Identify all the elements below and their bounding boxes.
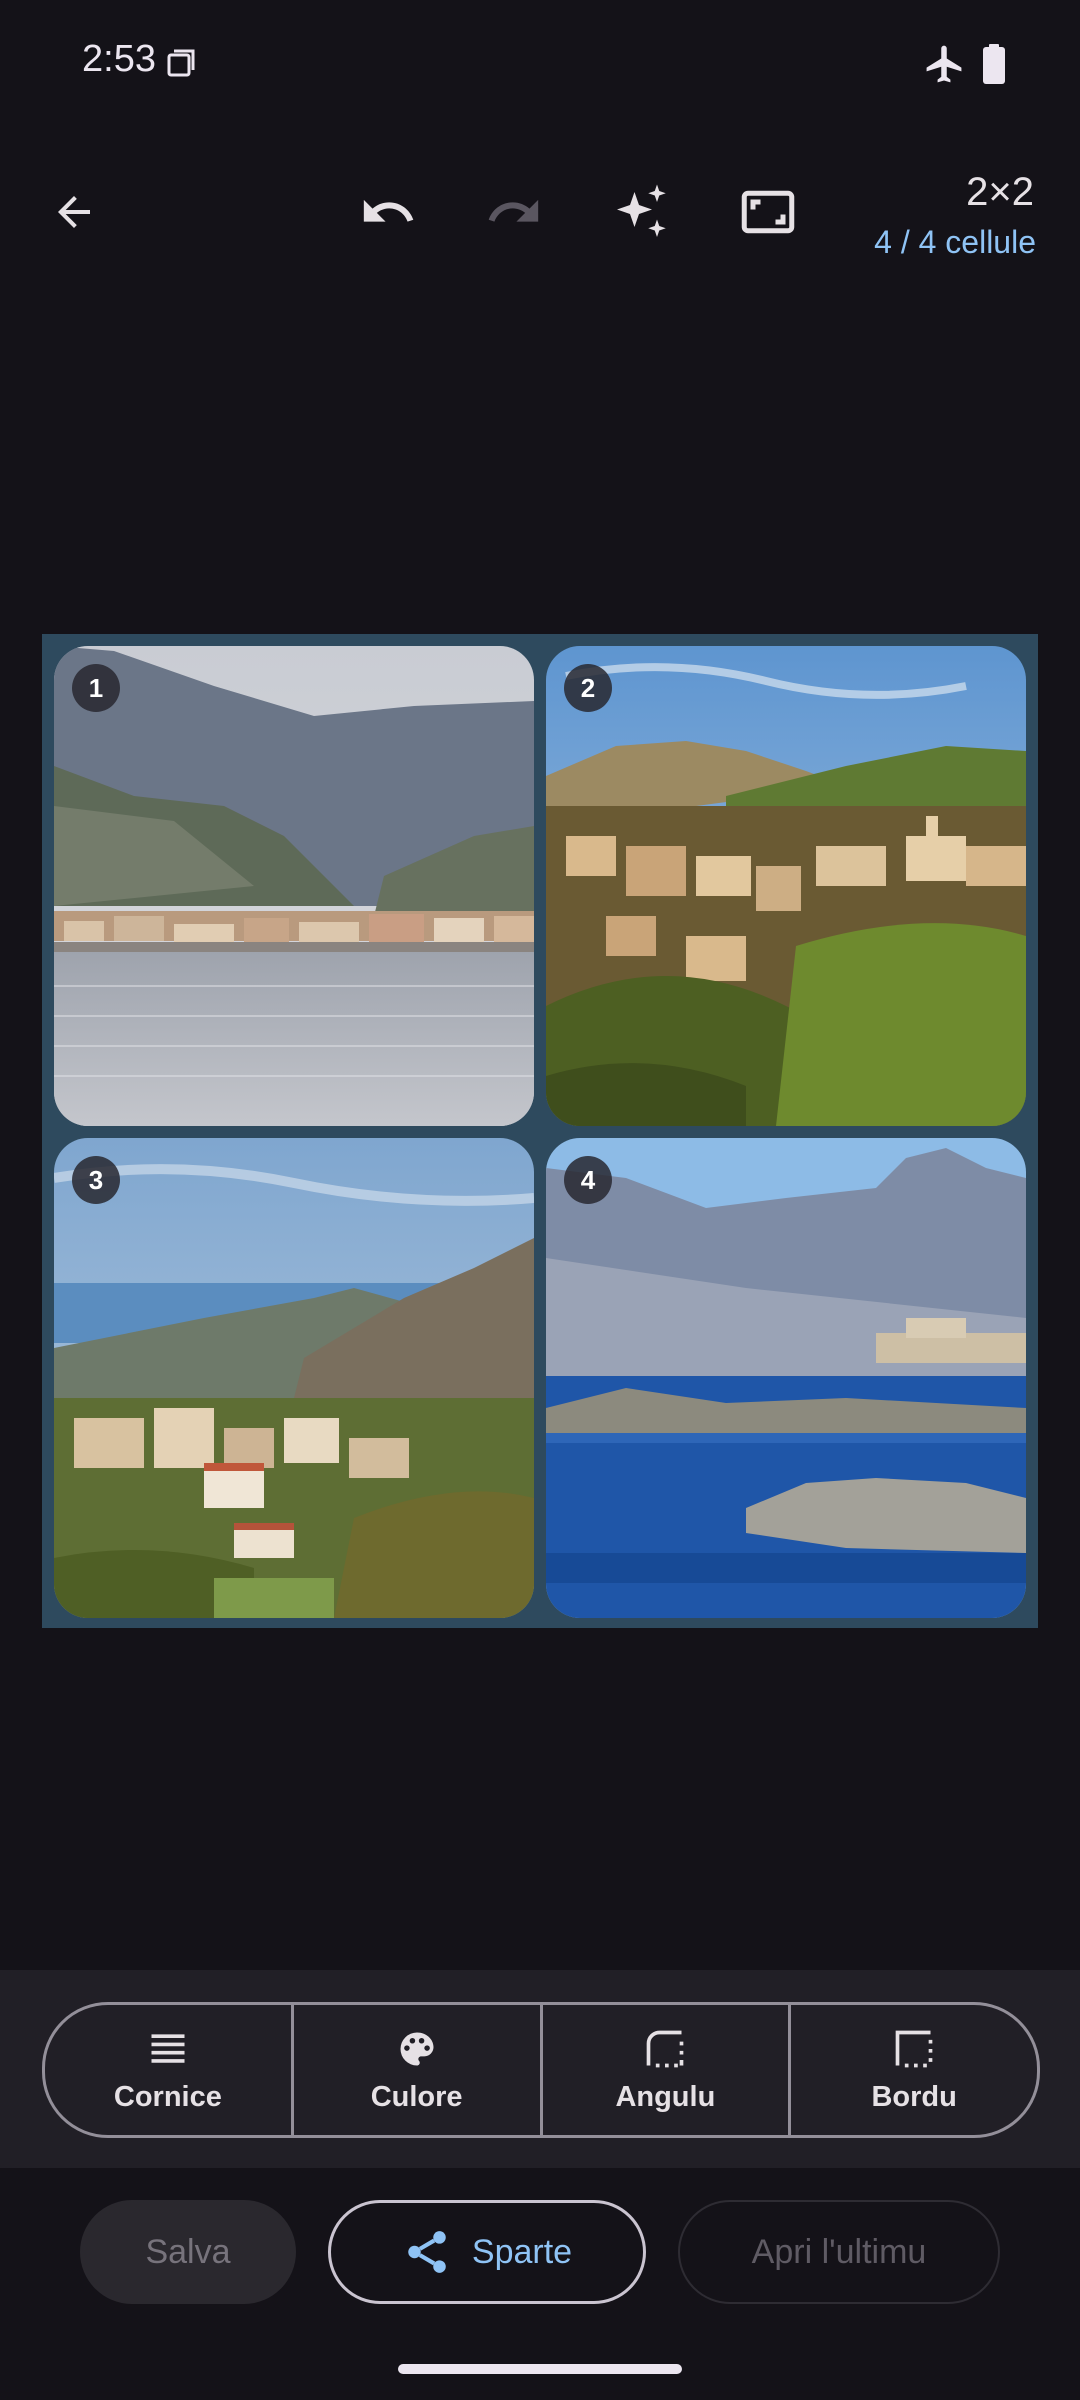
tool-border-button[interactable]: Bordu: [788, 2005, 1037, 2135]
tool-frame-label: Cornice: [113, 2080, 222, 2113]
tool-frame-button[interactable]: Cornice: [45, 2005, 291, 2135]
open-last-button[interactable]: Apri l'ultimu: [678, 2200, 1000, 2304]
tool-corner-label: Angulu: [615, 2080, 716, 2113]
sim-card-icon: [167, 49, 195, 77]
photo-coastal-town: [54, 646, 534, 1126]
border-style-icon: [895, 2030, 933, 2067]
back-arrow-icon: [58, 196, 90, 228]
photo-village-sea: [54, 1138, 534, 1618]
undo-button[interactable]: [358, 182, 418, 242]
tool-border-label: Bordu: [871, 2080, 957, 2113]
share-label: Sparte: [471, 2232, 573, 2271]
redo-button[interactable]: [484, 182, 544, 242]
airplane-mode-icon: [926, 45, 962, 83]
cell-number-badge: 4: [564, 1156, 612, 1204]
photo-hillside-village: [546, 646, 1026, 1126]
corner-radius-icon: [647, 2030, 684, 2067]
status-time: 2:53: [82, 38, 156, 80]
palette-icon: [400, 2032, 434, 2065]
photo-blue-bay: [546, 1138, 1026, 1618]
collage-cell-2[interactable]: 2: [546, 646, 1026, 1126]
share-button[interactable]: Sparte: [328, 2200, 646, 2304]
collage-cell-4[interactable]: 4: [546, 1138, 1026, 1618]
aspect-ratio-button[interactable]: [738, 182, 798, 242]
share-icon: [408, 2231, 446, 2273]
cell-number-badge: 1: [72, 664, 120, 712]
sparkle-icon: [617, 184, 666, 237]
collage-canvas: 1 2 3 4: [42, 634, 1038, 1628]
auto-enhance-button[interactable]: [612, 182, 672, 242]
save-button[interactable]: Salva: [80, 2200, 296, 2304]
tool-panel: Cornice Culore Angulu Bordu: [0, 1970, 1080, 2168]
cell-count-label: 4 / 4 cellule: [874, 224, 1036, 260]
redo-icon: [488, 199, 539, 222]
undo-icon: [363, 199, 414, 222]
collage-cell-1[interactable]: 1: [54, 646, 534, 1126]
tool-color-label: Culore: [370, 2080, 463, 2113]
grid-size-label[interactable]: 2×2: [966, 170, 1034, 215]
cell-number-badge: 3: [72, 1156, 120, 1204]
frame-lines-icon: [151, 2033, 185, 2063]
aspect-ratio-icon: [741, 190, 795, 234]
collage-cell-3[interactable]: 3: [54, 1138, 534, 1618]
tool-corner-button[interactable]: Angulu: [539, 2005, 789, 2135]
cell-number-badge: 2: [564, 664, 612, 712]
back-button[interactable]: [44, 182, 104, 242]
tool-segmented-control: Cornice Culore Angulu Bordu: [42, 2002, 1040, 2138]
home-indicator[interactable]: [398, 2364, 682, 2374]
tool-color-button[interactable]: Culore: [290, 2005, 540, 2135]
battery-icon: [983, 44, 1005, 84]
